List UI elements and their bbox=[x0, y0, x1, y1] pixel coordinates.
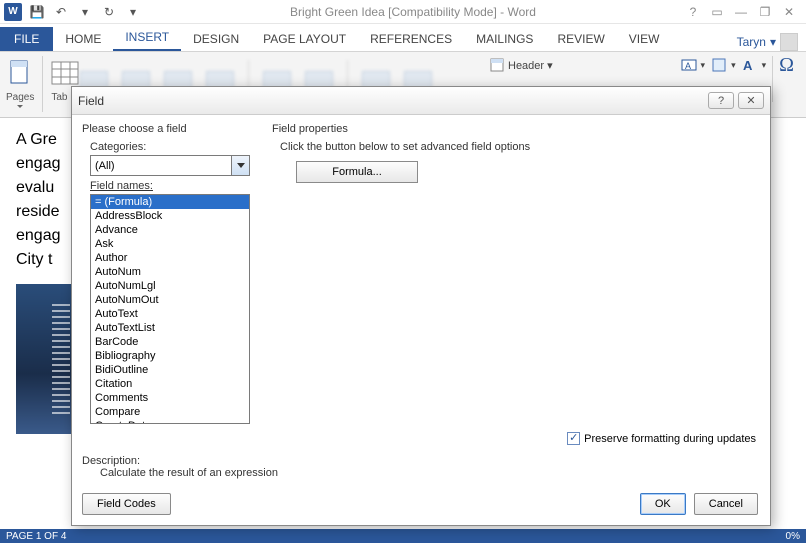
ribbon-pages-group[interactable]: Pages bbox=[6, 56, 34, 108]
pages-label: Pages bbox=[6, 92, 34, 103]
dialog-body: Please choose a field Categories: (All) … bbox=[72, 115, 770, 525]
list-item[interactable]: BidiOutline bbox=[91, 363, 249, 377]
dialog-right-pane: Field properties Click the button below … bbox=[272, 123, 760, 183]
list-item[interactable]: Compare bbox=[91, 405, 249, 419]
chevron-down-icon bbox=[17, 105, 23, 108]
status-zoom[interactable]: 0% bbox=[786, 531, 800, 542]
cancel-button[interactable]: Cancel bbox=[694, 493, 758, 515]
qat-customize-icon[interactable]: ▾ bbox=[124, 3, 142, 21]
list-item[interactable]: BarCode bbox=[91, 335, 249, 349]
tab-page-layout[interactable]: PAGE LAYOUT bbox=[251, 26, 358, 51]
tab-file[interactable]: FILE bbox=[0, 27, 53, 51]
list-item[interactable]: Advance bbox=[91, 223, 249, 237]
qat-dropdown-icon[interactable]: ▾ bbox=[76, 3, 94, 21]
window-controls: ? ▭ — ❐ ✕ bbox=[684, 3, 806, 21]
list-item[interactable]: AddressBlock bbox=[91, 209, 249, 223]
svg-text:A: A bbox=[685, 61, 691, 71]
list-item[interactable]: = (Formula) bbox=[91, 195, 249, 209]
word-app-icon: W bbox=[4, 3, 22, 21]
list-item[interactable]: AutoNum bbox=[91, 265, 249, 279]
preserve-formatting-row[interactable]: ✓ Preserve formatting during updates bbox=[567, 432, 756, 445]
list-item[interactable]: CreateDate bbox=[91, 419, 249, 424]
avatar bbox=[780, 33, 798, 51]
list-item[interactable]: Author bbox=[91, 251, 249, 265]
description-text: Calculate the result of an expression bbox=[82, 467, 278, 479]
dialog-close-button[interactable]: ✕ bbox=[738, 92, 764, 109]
save-icon[interactable]: 💾 bbox=[28, 3, 46, 21]
ribbon-tabs: FILE HOME INSERT DESIGN PAGE LAYOUT REFE… bbox=[0, 24, 806, 52]
tab-references[interactable]: REFERENCES bbox=[358, 26, 464, 51]
dialog-titlebar[interactable]: Field ? ✕ bbox=[72, 87, 770, 115]
categories-value: (All) bbox=[91, 160, 231, 172]
field-names-listbox[interactable]: = (Formula)AddressBlockAdvanceAskAuthorA… bbox=[90, 194, 250, 424]
user-account[interactable]: Taryn ▾ bbox=[729, 33, 806, 51]
categories-label: Categories: bbox=[90, 141, 262, 153]
status-bar: PAGE 1 OF 4 0% bbox=[0, 529, 806, 543]
header-label: Header ▾ bbox=[508, 59, 553, 72]
minimize-icon[interactable]: — bbox=[732, 3, 750, 21]
tab-review[interactable]: REVIEW bbox=[545, 26, 616, 51]
tab-mailings[interactable]: MAILINGS bbox=[464, 26, 545, 51]
list-item[interactable]: Ask bbox=[91, 237, 249, 251]
titlebar: W 💾 ↶ ▾ ↻ ▾ Bright Green Idea [Compatibi… bbox=[0, 0, 806, 24]
dialog-help-button[interactable]: ? bbox=[708, 92, 734, 109]
quick-access-toolbar: W 💾 ↶ ▾ ↻ ▾ bbox=[0, 3, 142, 21]
dialog-left-pane: Please choose a field Categories: (All) … bbox=[82, 123, 262, 424]
document-image bbox=[16, 284, 76, 434]
list-item[interactable]: AutoNumOut bbox=[91, 293, 249, 307]
header-button[interactable]: Header ▾ bbox=[490, 56, 553, 74]
tab-insert[interactable]: INSERT bbox=[113, 24, 181, 51]
pages-icon bbox=[8, 56, 32, 90]
list-item[interactable]: AutoText bbox=[91, 307, 249, 321]
formula-button[interactable]: Formula... bbox=[296, 161, 418, 183]
preserve-label: Preserve formatting during updates bbox=[584, 433, 756, 445]
tab-design[interactable]: DESIGN bbox=[181, 26, 251, 51]
restore-icon[interactable]: ❐ bbox=[756, 3, 774, 21]
status-page[interactable]: PAGE 1 OF 4 bbox=[6, 531, 66, 542]
ribbon-header-group: Header ▾ bbox=[490, 56, 553, 74]
list-item[interactable]: AutoTextList bbox=[91, 321, 249, 335]
description-label: Description: bbox=[82, 455, 278, 467]
window-title: Bright Green Idea [Compatibility Mode] -… bbox=[142, 5, 684, 19]
svg-text:A: A bbox=[743, 58, 753, 73]
wordart-icon[interactable]: A▾ bbox=[742, 56, 767, 74]
list-item[interactable]: Citation bbox=[91, 377, 249, 391]
list-item[interactable]: Comments bbox=[91, 391, 249, 405]
ribbon-separator bbox=[42, 56, 43, 112]
tab-home[interactable]: HOME bbox=[53, 26, 113, 51]
description-block: Description: Calculate the result of an … bbox=[82, 455, 278, 479]
list-item[interactable]: AutoNumLgl bbox=[91, 279, 249, 293]
choose-field-label: Please choose a field bbox=[82, 123, 262, 135]
field-properties-label: Field properties bbox=[272, 123, 760, 135]
field-dialog: Field ? ✕ Please choose a field Categori… bbox=[71, 86, 771, 526]
ok-button[interactable]: OK bbox=[640, 493, 686, 515]
text-box-icon[interactable]: A▾ bbox=[681, 56, 706, 74]
field-names-label: Field names: bbox=[90, 180, 262, 192]
redo-icon[interactable]: ↻ bbox=[100, 3, 118, 21]
field-properties-sub: Click the button below to set advanced f… bbox=[280, 141, 760, 153]
undo-icon[interactable]: ↶ bbox=[52, 3, 70, 21]
ribbon-display-icon[interactable]: ▭ bbox=[708, 3, 726, 21]
tab-view[interactable]: VIEW bbox=[617, 26, 672, 51]
categories-combo[interactable]: (All) bbox=[90, 155, 250, 176]
preserve-checkbox[interactable]: ✓ bbox=[567, 432, 580, 445]
close-icon[interactable]: ✕ bbox=[780, 3, 798, 21]
help-icon[interactable]: ? bbox=[684, 3, 702, 21]
equation-symbol[interactable]: Ω bbox=[779, 56, 794, 74]
user-name: Taryn bbox=[737, 35, 766, 49]
field-codes-button[interactable]: Field Codes bbox=[82, 493, 171, 515]
quick-parts-icon[interactable]: ▾ bbox=[711, 56, 736, 74]
list-item[interactable]: Bibliography bbox=[91, 349, 249, 363]
dialog-title: Field bbox=[78, 94, 104, 108]
user-dropdown-icon: ▾ bbox=[770, 35, 776, 49]
combo-dropdown-icon[interactable] bbox=[231, 156, 249, 175]
